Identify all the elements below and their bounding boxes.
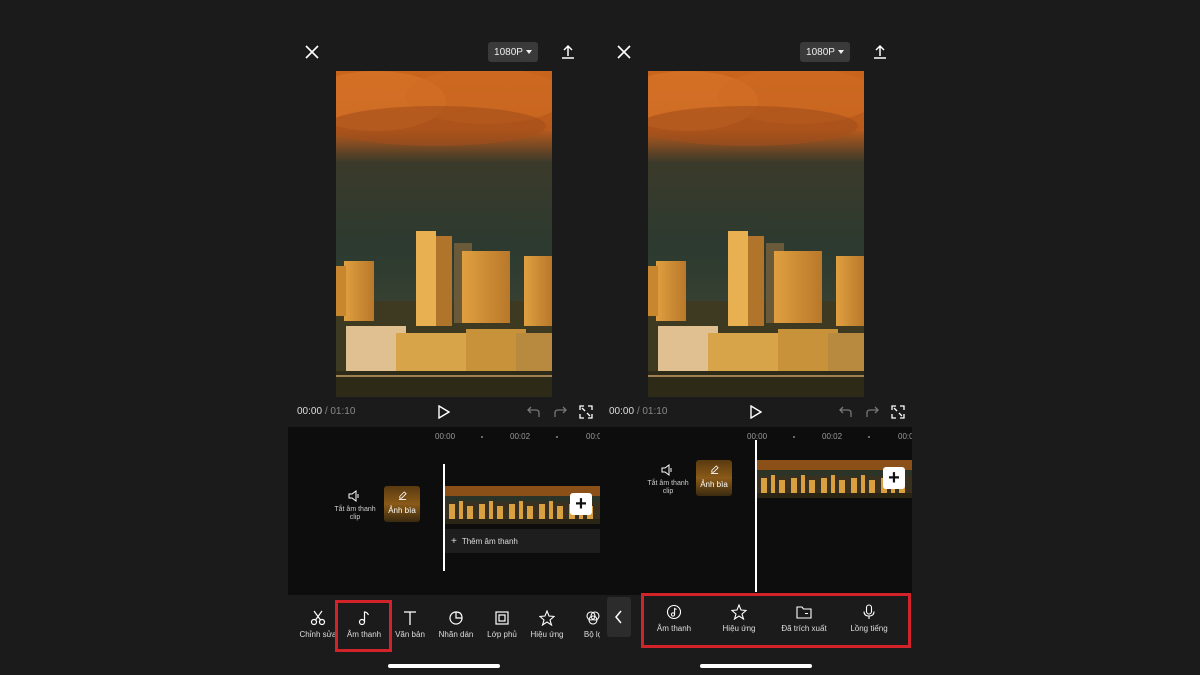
video-preview bbox=[336, 71, 552, 397]
playback-bar: 00:00 / 01:10 bbox=[288, 402, 600, 422]
ruler-tick: 00:00 bbox=[747, 432, 768, 441]
play-icon[interactable] bbox=[750, 405, 762, 419]
mute-clip-audio-button[interactable]: Tắt âm thanh clip bbox=[330, 490, 380, 522]
resolution-dropdown[interactable]: 1080P bbox=[800, 42, 850, 62]
ruler-dot bbox=[868, 436, 870, 438]
scissors-icon bbox=[310, 610, 326, 626]
ruler-tick: 00:02 bbox=[822, 432, 843, 441]
ruler-dot bbox=[481, 436, 483, 438]
overlay-icon bbox=[495, 611, 509, 625]
speaker-icon bbox=[661, 464, 672, 476]
add-audio-track-button[interactable]: + Thêm âm thanh bbox=[445, 529, 600, 553]
time-separator: / bbox=[636, 406, 640, 417]
ruler-tick: 00:00 bbox=[435, 432, 456, 441]
text-icon bbox=[404, 611, 416, 625]
tool-effects[interactable]: Hiệu ứng bbox=[523, 610, 571, 639]
mute-clip-audio-button[interactable]: Tắt âm thanh clip bbox=[643, 464, 693, 496]
tool-sticker[interactable]: Nhãn dán bbox=[432, 610, 480, 639]
ruler-dot bbox=[793, 436, 795, 438]
close-icon[interactable] bbox=[616, 44, 632, 60]
play-icon[interactable] bbox=[438, 405, 450, 419]
tool-label: Văn bản bbox=[395, 630, 425, 639]
effects-star-icon bbox=[539, 610, 555, 626]
caret-down-icon bbox=[837, 50, 844, 54]
time-display: 00:00 / 01:10 bbox=[297, 406, 355, 417]
home-indicator bbox=[388, 664, 500, 668]
tool-label: Lớp phủ bbox=[487, 630, 517, 639]
add-clip-button[interactable]: + bbox=[570, 493, 592, 515]
speaker-icon bbox=[348, 490, 359, 502]
fullscreen-icon[interactable] bbox=[891, 405, 905, 419]
add-clip-button[interactable]: + bbox=[883, 467, 905, 489]
mute-clip-label: Tắt âm thanh clip bbox=[334, 506, 376, 521]
total-time: 01:10 bbox=[330, 406, 356, 417]
current-time: 00:00 bbox=[297, 406, 323, 417]
tool-label: Bộ lọ bbox=[583, 630, 600, 639]
tool-filter[interactable]: Bộ lọ bbox=[569, 610, 600, 639]
playhead[interactable] bbox=[755, 440, 757, 592]
total-time: 01:10 bbox=[642, 406, 668, 417]
resolution-label: 1080P bbox=[494, 46, 523, 58]
ruler-dot bbox=[556, 436, 558, 438]
redo-icon[interactable] bbox=[865, 405, 879, 419]
cover-image-button[interactable]: Ảnh bìa bbox=[384, 486, 420, 522]
current-time: 00:00 bbox=[609, 406, 635, 417]
playhead[interactable] bbox=[443, 464, 445, 571]
sticker-icon bbox=[449, 611, 463, 625]
cover-image-button[interactable]: Ảnh bìa bbox=[696, 460, 732, 496]
plus-icon: + bbox=[451, 535, 457, 547]
ruler-tick: 00:0 bbox=[586, 432, 600, 441]
editor-screen-right: 1080P 00:00 / 01:10 00:00 00:02 00:0 Tắt… bbox=[600, 0, 912, 675]
tool-label: Hiệu ứng bbox=[530, 630, 564, 639]
close-icon[interactable] bbox=[304, 44, 320, 60]
export-icon[interactable] bbox=[872, 44, 888, 60]
add-audio-label: Thêm âm thanh bbox=[461, 536, 518, 546]
highlight-box bbox=[335, 600, 392, 652]
pencil-icon bbox=[398, 491, 407, 500]
undo-icon[interactable] bbox=[839, 405, 853, 419]
mute-clip-label: Tắt âm thanh clip bbox=[647, 480, 689, 495]
export-icon[interactable] bbox=[560, 44, 576, 60]
tool-label: Nhãn dán bbox=[438, 630, 474, 639]
caret-down-icon bbox=[525, 50, 532, 54]
tool-overlay[interactable]: Lớp phủ bbox=[478, 610, 526, 639]
fullscreen-icon[interactable] bbox=[579, 405, 593, 419]
pencil-icon bbox=[710, 465, 719, 474]
resolution-label: 1080P bbox=[806, 46, 835, 58]
cover-image-label: Ảnh bìa bbox=[700, 480, 728, 489]
playback-bar: 00:00 / 01:10 bbox=[600, 402, 912, 422]
cover-image-label: Ảnh bìa bbox=[388, 506, 416, 515]
time-separator: / bbox=[324, 406, 328, 417]
tool-label: Chỉnh sửa bbox=[299, 630, 337, 639]
editor-screen-left: 1080P 00:00 / 01:10 00:00 00:02 00:0 Tắt… bbox=[288, 0, 600, 675]
video-preview bbox=[648, 71, 864, 397]
time-display: 00:00 / 01:10 bbox=[609, 406, 667, 417]
undo-icon[interactable] bbox=[527, 405, 541, 419]
tool-text[interactable]: Văn bản bbox=[386, 610, 434, 639]
home-indicator bbox=[700, 664, 812, 668]
ruler-tick: 00:0 bbox=[898, 432, 912, 441]
filter-icon bbox=[586, 611, 600, 625]
highlight-box bbox=[641, 593, 911, 648]
ruler-tick: 00:02 bbox=[510, 432, 531, 441]
redo-icon[interactable] bbox=[553, 405, 567, 419]
resolution-dropdown[interactable]: 1080P bbox=[488, 42, 538, 62]
